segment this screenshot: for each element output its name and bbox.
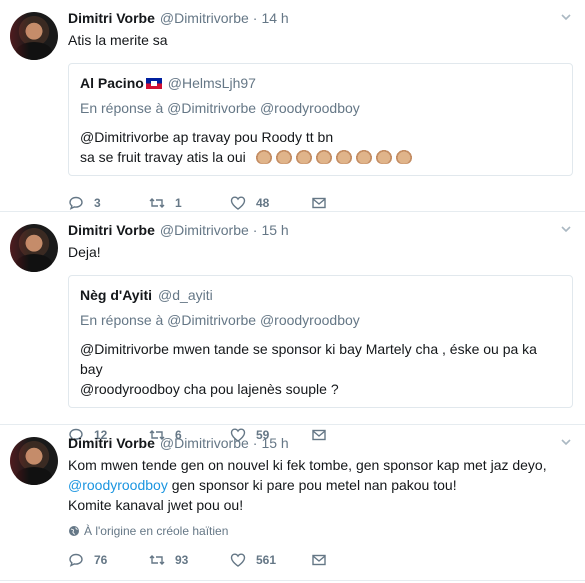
tweet-header: Dimitri Vorbe @Dimitrivorbe · 15 h [68,222,573,240]
tweet-actions: 76 93 561 [68,541,573,579]
clap-emoji-group [255,149,416,165]
retweet-button[interactable]: 1 [149,195,230,211]
tweet-text: Atis la merite sa [68,32,168,48]
author-name[interactable]: Dimitri Vorbe [68,10,155,26]
separator: · [252,435,258,451]
direct-message-button[interactable] [311,195,392,211]
haiti-flag-icon [145,77,162,89]
tweet-text-line: Komite kanaval jwet pou ou! [68,497,244,513]
tweet-text-fragment: gen sponsor ki pare pou metel nan pakou … [167,477,457,493]
retweet-icon [149,198,165,208]
retweet-icon [149,555,165,565]
direct-message-button[interactable] [311,552,392,568]
author-handle[interactable]: @Dimitrivorbe [160,222,249,238]
separator: · [252,10,258,26]
quoted-tweet[interactable]: Nèg d'Ayiti @d_ayiti En réponse à @Dimit… [68,275,573,408]
reply-icon [69,553,83,567]
quoted-tweet[interactable]: Al Pacino @HelmsLjh97 En réponse à @Dimi… [68,63,573,176]
author-handle[interactable]: @Dimitrivorbe [160,435,249,451]
envelope-icon [312,554,326,566]
tweet-text-line: @roodyroodboy gen sponsor ki pare pou me… [68,475,573,495]
clap-icon [395,150,412,164]
tweet[interactable]: Dimitri Vorbe @Dimitrivorbe · 14 h Atis … [0,0,585,212]
avatar[interactable] [10,224,58,272]
quoted-text-line: sa se fruit travay atis la oui [80,149,246,165]
reply-button[interactable]: 3 [68,195,149,211]
reply-button[interactable]: 76 [68,552,149,568]
heart-icon [230,196,246,210]
globe-icon [69,526,79,536]
heart-icon [230,553,246,567]
timestamp[interactable]: 15 h [261,222,288,238]
tweet[interactable]: Dimitri Vorbe @Dimitrivorbe · 15 h Deja!… [0,212,585,442]
retweet-count: 1 [175,196,182,210]
avatar[interactable] [10,12,58,60]
clap-icon [255,150,272,164]
retweet-count: 93 [175,553,189,567]
clap-icon [375,150,392,164]
mention-link[interactable]: @roodyroodboy [68,477,168,493]
envelope-icon [312,197,326,209]
reply-count: 76 [94,553,108,567]
clap-icon [315,150,332,164]
clap-icon [275,150,292,164]
timestamp[interactable]: 14 h [261,10,288,26]
quoted-text-line-with-emoji: sa se fruit travay atis la oui [80,147,561,167]
like-count: 561 [256,553,277,567]
chevron-down-icon[interactable] [559,435,573,449]
tweet[interactable]: Dimitri Vorbe @Dimitrivorbe · 15 h Kom m… [0,425,585,581]
reply-to: En réponse à @Dimitrivorbe @roodyroodboy [80,312,360,328]
tweet-text: Kom mwen tende gen on nouvel ki fek tomb… [68,455,573,515]
quoted-author-name: Al Pacino [80,75,144,91]
translation-text: À l'origine en créole haïtien [84,524,229,538]
tweet-header: Dimitri Vorbe @Dimitrivorbe · 15 h [68,435,573,453]
quoted-text-line: @roodyroodboy cha pou lajenès souple ? [80,381,339,397]
reply-count: 3 [94,196,101,210]
timestamp[interactable]: 15 h [261,435,288,451]
translation-note[interactable]: À l'origine en créole haïtien [68,523,573,539]
tweet-text: Deja! [68,244,101,260]
clap-icon [295,150,312,164]
tweet-text-line: Kom mwen tende gen on nouvel ki fek tomb… [68,457,547,473]
quoted-text: @Dimitrivorbe mwen tande se sponsor ki b… [80,339,561,399]
separator: · [252,222,258,238]
author-name[interactable]: Dimitri Vorbe [68,222,155,238]
like-button[interactable]: 48 [230,195,311,211]
reply-to: En réponse à @Dimitrivorbe @roodyroodboy [80,100,360,116]
tweet-header: Dimitri Vorbe @Dimitrivorbe · 14 h [68,10,573,28]
quoted-author-name: Nèg d'Ayiti [80,287,153,303]
quoted-author-handle: @HelmsLjh97 [167,75,256,91]
quoted-text-line: @Dimitrivorbe ap travay pou Roody tt bn [80,129,334,145]
author-name[interactable]: Dimitri Vorbe [68,435,155,451]
quoted-author-handle: @d_ayiti [158,287,213,303]
quoted-text: @Dimitrivorbe ap travay pou Roody tt bn … [80,127,561,167]
author-handle[interactable]: @Dimitrivorbe [160,10,249,26]
clap-icon [355,150,372,164]
like-count: 48 [256,196,270,210]
like-button[interactable]: 561 [230,552,311,568]
clap-icon [335,150,352,164]
avatar[interactable] [10,437,58,485]
reply-icon [69,196,83,210]
quoted-text-line: @Dimitrivorbe mwen tande se sponsor ki b… [80,341,537,377]
retweet-button[interactable]: 93 [149,552,230,568]
chevron-down-icon[interactable] [559,222,573,236]
chevron-down-icon[interactable] [559,10,573,24]
